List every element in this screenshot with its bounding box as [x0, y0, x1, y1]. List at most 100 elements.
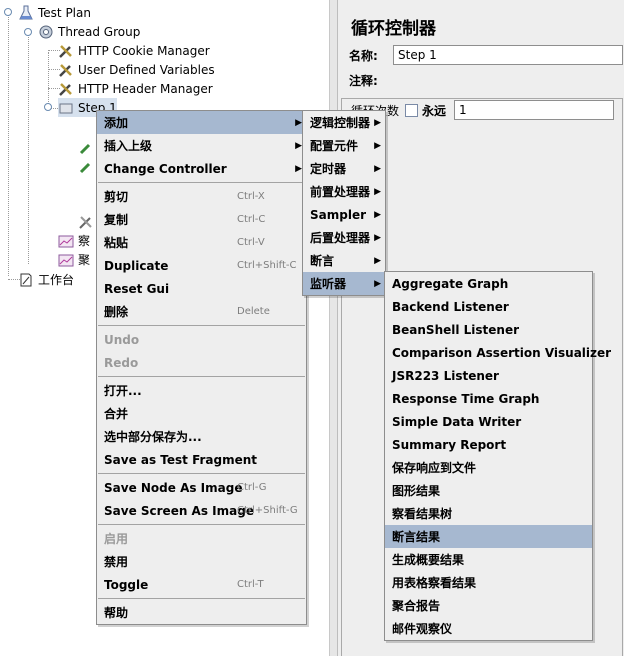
- tree-item-header-manager[interactable]: HTTP Header Manager: [58, 79, 213, 98]
- expand-toggle[interactable]: [24, 28, 32, 36]
- menu-item-pre-processor[interactable]: 前置处理器 ▶: [303, 180, 385, 203]
- menu-item-enable: 启用: [97, 527, 306, 550]
- menu-item-label: 断言: [310, 254, 335, 268]
- menu-item-shortcut: Delete: [237, 306, 270, 317]
- menu-item-change-controller[interactable]: Change Controller ▶: [97, 157, 306, 180]
- menu-item-summary-report[interactable]: Summary Report: [385, 433, 592, 456]
- chart-icon: [58, 252, 74, 268]
- menu-item-paste[interactable]: 粘贴 Ctrl-V: [97, 231, 306, 254]
- menu-item-redo: Redo: [97, 351, 306, 374]
- menu-item-label: 逻辑控制器: [310, 116, 371, 130]
- tree-item-child[interactable]: [78, 138, 94, 157]
- wrench-icon: [78, 214, 94, 230]
- menu-item-merge[interactable]: 合并: [97, 402, 306, 425]
- menu-item-save-screen-as-image[interactable]: Save Screen As Image Ctrl+Shift-G: [97, 499, 306, 522]
- menu-item-label: Summary Report: [392, 437, 507, 452]
- menu-item-graph-results[interactable]: 图形结果: [385, 479, 592, 502]
- menu-item-listener[interactable]: 监听器 ▶: [303, 272, 385, 295]
- tree-item-label: Thread Group: [58, 24, 141, 39]
- menu-item-toggle[interactable]: Toggle Ctrl-T: [97, 573, 306, 596]
- menu-item-label: Save Screen As Image: [104, 503, 254, 518]
- menu-item-view-results-in-table[interactable]: 用表格察看结果: [385, 571, 592, 594]
- menu-item-label: 帮助: [104, 606, 129, 620]
- loop-count-input[interactable]: 1: [454, 100, 615, 120]
- menu-item-copy[interactable]: 复制 Ctrl-C: [97, 208, 306, 231]
- menu-item-insert-parent[interactable]: 插入上级 ▶: [97, 134, 306, 157]
- tree-item-thread-group[interactable]: Thread Group: [38, 22, 140, 41]
- menu-item-label: Change Controller: [104, 161, 227, 176]
- menu-item-undo: Undo: [97, 328, 306, 351]
- menu-item-comparison-assertion-visualizer[interactable]: Comparison Assertion Visualizer: [385, 341, 611, 364]
- chart-icon: [58, 233, 74, 249]
- tree-item-test-plan[interactable]: Test Plan: [18, 3, 91, 22]
- tree-item-user-defined-variables[interactable]: User Defined Variables: [58, 60, 215, 79]
- menu-item-aggregate-graph[interactable]: Aggregate Graph: [385, 272, 592, 295]
- menu-item-view-results-tree[interactable]: 察看结果树: [385, 502, 592, 525]
- tree-connector-line: [48, 52, 49, 108]
- menu-item-logic-controller[interactable]: 逻辑控制器 ▶: [303, 111, 385, 134]
- tree-item-label: Test Plan: [38, 5, 91, 20]
- menu-item-save-node-as-image[interactable]: Save Node As Image Ctrl-G: [97, 476, 306, 499]
- menu-item-aggregate-report[interactable]: 聚合报告: [385, 594, 592, 617]
- menu-item-generate-summary-results[interactable]: 生成概要结果: [385, 548, 592, 571]
- menu-separator: [98, 182, 305, 183]
- menu-item-assertion-results[interactable]: 断言结果: [385, 525, 592, 548]
- menu-item-cut[interactable]: 剪切 Ctrl-X: [97, 185, 306, 208]
- menu-item-add[interactable]: 添加 ▶: [97, 111, 306, 134]
- menu-item-label: 断言结果: [392, 530, 441, 544]
- menu-item-config-element[interactable]: 配置元件 ▶: [303, 134, 385, 157]
- menu-item-sampler[interactable]: Sampler ▶: [303, 203, 385, 226]
- menu-item-label: Sampler: [310, 207, 367, 222]
- tree-item-workbench[interactable]: 工作台: [18, 270, 74, 289]
- menu-item-assertion[interactable]: 断言 ▶: [303, 249, 385, 272]
- add-submenu: 逻辑控制器 ▶ 配置元件 ▶ 定时器 ▶ 前置处理器 ▶ Sampler ▶ 后置处理器 ▶…: [302, 110, 386, 296]
- menu-item-label: 保存响应到文件: [392, 461, 477, 475]
- submenu-arrow-icon: ▶: [374, 163, 381, 174]
- menu-item-open[interactable]: 打开...: [97, 379, 306, 402]
- name-row: 名称: Step 1: [349, 44, 623, 66]
- menu-item-label: Simple Data Writer: [392, 414, 522, 429]
- menu-item-mailer-visualizer[interactable]: 邮件观察仪: [385, 617, 592, 640]
- expand-toggle[interactable]: [44, 103, 52, 111]
- split-pane-divider[interactable]: [330, 0, 338, 656]
- menu-item-post-processor[interactable]: 后置处理器 ▶: [303, 226, 385, 249]
- tree-item-aggregate-report[interactable]: 聚: [58, 250, 90, 269]
- submenu-arrow-icon: ▶: [295, 140, 302, 151]
- menu-item-delete[interactable]: 删除 Delete: [97, 300, 306, 323]
- tree-item-child[interactable]: [78, 212, 94, 231]
- menu-item-help[interactable]: 帮助: [97, 601, 306, 624]
- tree-item-label: HTTP Header Manager: [78, 81, 213, 96]
- menu-item-disable[interactable]: 禁用: [97, 550, 306, 573]
- menu-item-label: Response Time Graph: [392, 391, 540, 406]
- submenu-arrow-icon: ▶: [295, 163, 302, 174]
- menu-item-shortcut: Ctrl-C: [237, 214, 266, 225]
- menu-item-timer[interactable]: 定时器 ▶: [303, 157, 385, 180]
- menu-item-response-time-graph[interactable]: Response Time Graph: [385, 387, 592, 410]
- menu-item-label: Reset Gui: [104, 281, 170, 296]
- menu-item-label: 禁用: [104, 555, 129, 569]
- tree-item-cookie-manager[interactable]: HTTP Cookie Manager: [58, 41, 210, 60]
- tree-connector-line: [8, 14, 9, 276]
- forever-checkbox[interactable]: [405, 103, 419, 117]
- menu-item-save-selection-as[interactable]: 选中部分保存为...: [97, 425, 306, 448]
- loop-controller-icon: [58, 100, 74, 116]
- menu-item-duplicate[interactable]: Duplicate Ctrl+Shift-C: [97, 254, 306, 277]
- comment-field[interactable]: [393, 70, 623, 90]
- name-label: 名称:: [349, 48, 378, 63]
- menu-item-backend-listener[interactable]: Backend Listener: [385, 295, 592, 318]
- tree-item-label: 察: [78, 234, 91, 248]
- tree-item-view-results[interactable]: 察: [58, 231, 90, 250]
- name-field[interactable]: Step 1: [393, 45, 623, 65]
- submenu-arrow-icon: ▶: [374, 140, 381, 151]
- expand-toggle[interactable]: [4, 8, 12, 16]
- menu-item-reset-gui[interactable]: Reset Gui: [97, 277, 306, 300]
- menu-item-save-responses-to-file[interactable]: 保存响应到文件: [385, 456, 592, 479]
- menu-item-save-as-test-fragment[interactable]: Save as Test Fragment: [97, 448, 306, 471]
- menu-item-beanshell-listener[interactable]: BeanShell Listener: [385, 318, 592, 341]
- tree-item-child[interactable]: [78, 157, 94, 176]
- menu-item-simple-data-writer[interactable]: Simple Data Writer: [385, 410, 592, 433]
- menu-item-shortcut: Ctrl-G: [237, 482, 267, 493]
- forever-label: 永远: [422, 103, 447, 118]
- menu-item-jsr223-listener[interactable]: JSR223 Listener: [385, 364, 592, 387]
- menu-item-label: Duplicate: [104, 258, 169, 273]
